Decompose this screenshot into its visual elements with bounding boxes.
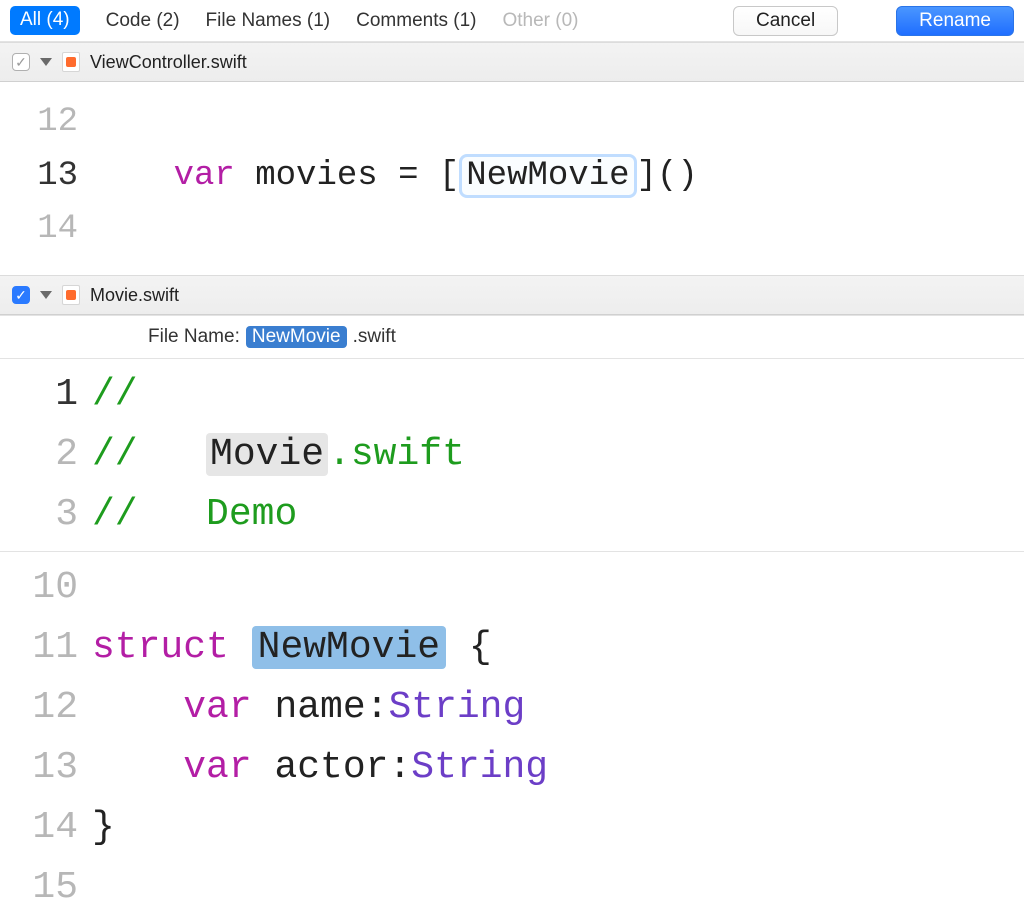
- cancel-button[interactable]: Cancel: [733, 6, 838, 36]
- filename-ext: .swift: [353, 326, 396, 348]
- line-number: 3: [0, 485, 92, 545]
- code-line[interactable]: // Demo: [92, 485, 297, 545]
- line-number: 12: [0, 678, 92, 738]
- rename-occurrence-comment[interactable]: Movie: [206, 433, 328, 476]
- code-line[interactable]: // Movie.swift: [92, 425, 465, 485]
- disclosure-triangle-icon[interactable]: [40, 58, 52, 66]
- code-line[interactable]: struct NewMovie {: [92, 618, 492, 678]
- code-line[interactable]: //: [92, 365, 160, 425]
- line-number: 12: [0, 96, 92, 150]
- rename-button[interactable]: Rename: [896, 6, 1014, 36]
- line-number: 14: [0, 203, 92, 257]
- line-number: 13: [0, 150, 92, 204]
- file-checkbox[interactable]: ✓: [12, 286, 30, 304]
- code-line[interactable]: var name:String: [92, 678, 525, 738]
- code-line[interactable]: }: [92, 798, 115, 858]
- line-number: 13: [0, 738, 92, 798]
- tab-filenames[interactable]: File Names (1): [206, 10, 331, 32]
- disclosure-triangle-icon[interactable]: [40, 291, 52, 299]
- rename-occurrence[interactable]: NewMovie: [459, 154, 636, 198]
- tab-comments[interactable]: Comments (1): [356, 10, 476, 32]
- filter-bar: All (4) Code (2) File Names (1) Comments…: [0, 0, 1024, 42]
- tab-code[interactable]: Code (2): [106, 10, 180, 32]
- line-number: 15: [0, 858, 92, 918]
- file-header-viewcontroller[interactable]: ✓ ViewController.swift: [0, 42, 1024, 82]
- file-name-label: Movie.swift: [90, 285, 179, 306]
- filename-rename-row: File Name: NewMovie .swift: [0, 315, 1024, 359]
- filename-label: File Name:: [148, 326, 240, 348]
- line-number: 10: [0, 558, 92, 618]
- file-header-movie[interactable]: ✓ Movie.swift: [0, 275, 1024, 315]
- file-checkbox[interactable]: ✓: [12, 53, 30, 71]
- tab-other: Other (0): [502, 10, 578, 32]
- line-number: 11: [0, 618, 92, 678]
- rename-occurrence[interactable]: NewMovie: [252, 626, 446, 669]
- tab-all[interactable]: All (4): [10, 6, 80, 35]
- code-line[interactable]: var actor:String: [92, 738, 548, 798]
- swift-file-icon: [62, 52, 80, 72]
- line-number: 1: [0, 365, 92, 425]
- rename-occurrence[interactable]: NewMovie: [246, 326, 347, 348]
- line-number: 2: [0, 425, 92, 485]
- code-block-file1: 12 13 var movies = [NewMovie]() 14: [0, 82, 1024, 275]
- code-block-file2a: 1 // 2 // Movie.swift 3 // Demo: [0, 359, 1024, 551]
- swift-file-icon: [62, 285, 80, 305]
- file-name-label: ViewController.swift: [90, 52, 247, 73]
- code-block-file2b: 10 11 struct NewMovie { 12 var name:Stri…: [0, 552, 1024, 924]
- code-line[interactable]: var movies = [NewMovie](): [92, 150, 698, 204]
- line-number: 14: [0, 798, 92, 858]
